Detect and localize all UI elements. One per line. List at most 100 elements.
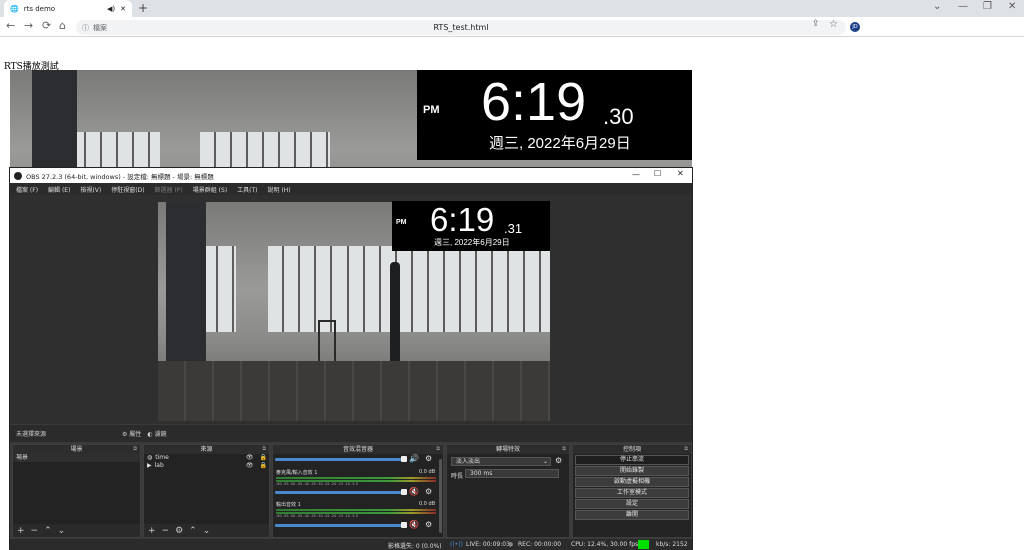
- menu-help[interactable]: 說明 (H): [268, 185, 291, 194]
- channel-name: 麥克風/輸入音效 1: [276, 470, 318, 476]
- start-recording-button[interactable]: 開始錄製: [575, 466, 689, 476]
- obs-preview[interactable]: PM 6:19 .31 週三, 2022年6月29日: [10, 195, 692, 424]
- clock-ampm: PM: [423, 104, 440, 116]
- chevron-down-icon[interactable]: ⌄: [933, 1, 941, 12]
- gear-icon[interactable]: ⚙: [425, 487, 432, 496]
- stop-streaming-button[interactable]: 停止串流: [575, 455, 689, 465]
- properties-label: 屬性: [129, 431, 142, 438]
- volume-meter: [276, 477, 436, 479]
- dock-pin-icon[interactable]: ⧉: [262, 445, 266, 454]
- output-volume-fader[interactable]: [275, 524, 403, 527]
- eye-icon[interactable]: 👁: [246, 454, 254, 462]
- browser-tab[interactable]: 🌐 rts demo ◀) ✕: [4, 0, 132, 17]
- source-label: lab: [154, 462, 164, 469]
- muted-speaker-icon[interactable]: 🔇: [409, 487, 419, 496]
- up-icon[interactable]: ⌃: [189, 526, 197, 536]
- menu-filters[interactable]: 篩選器 (P): [155, 185, 183, 194]
- menu-edit[interactable]: 編輯 (E): [48, 185, 70, 194]
- restore-icon[interactable]: ❐: [983, 1, 992, 12]
- mic-volume-fader[interactable]: [275, 491, 403, 494]
- dock-pin-icon[interactable]: ⧉: [436, 445, 440, 454]
- scene-floor: [158, 361, 550, 421]
- obs-title-text: OBS 27.2.3 (64-bit, windows) - 設定檔: 無標題 …: [26, 172, 214, 181]
- duration-input[interactable]: 300 ms: [465, 469, 559, 478]
- settings-button[interactable]: 設定: [575, 499, 689, 509]
- reload-icon[interactable]: ⟳: [42, 19, 51, 32]
- speaker-icon[interactable]: 🔊: [409, 454, 419, 463]
- clock-date: 週三, 2022年6月29日: [489, 135, 631, 152]
- star-icon[interactable]: ☆: [829, 19, 838, 30]
- back-icon[interactable]: ←: [6, 19, 15, 32]
- share-icon[interactable]: ⇪: [812, 19, 820, 29]
- mixer-dock-header: 音效混音器 ⧉: [273, 445, 443, 454]
- menu-tools[interactable]: 工具(T): [237, 185, 257, 194]
- fader-knob[interactable]: [401, 522, 407, 528]
- minimize-icon[interactable]: —: [632, 170, 640, 179]
- dropped-frames: 影格遺失: 0 (0.0%): [388, 543, 442, 550]
- add-icon[interactable]: +: [17, 526, 25, 536]
- meter-scale: -60 -55 -50 -45 -40 -35 -30 -25 -20 -15 …: [276, 514, 358, 518]
- properties-button[interactable]: ⚙ 屬性: [122, 429, 141, 438]
- gear-icon[interactable]: ⚙: [425, 454, 432, 463]
- clock-seconds: .30: [603, 104, 634, 129]
- source-item[interactable]: ▶ lab 👁 🔒: [144, 462, 269, 470]
- remove-icon[interactable]: −: [162, 526, 170, 536]
- globe-icon: 🌐: [10, 4, 19, 13]
- obs-window: OBS 27.2.3 (64-bit, windows) - 設定檔: 無標題 …: [9, 167, 693, 550]
- scene-item[interactable]: 場景: [13, 454, 140, 462]
- menu-scene-collection[interactable]: 場景群組 (S): [193, 185, 227, 194]
- add-icon[interactable]: +: [148, 526, 156, 536]
- close-tab-icon[interactable]: ✕: [120, 5, 126, 13]
- studio-mode-button[interactable]: 工作室模式: [575, 488, 689, 498]
- transition-select[interactable]: 淡入淡出 ⌄: [451, 457, 551, 466]
- remove-icon[interactable]: −: [31, 526, 39, 536]
- clock-time: 6:19: [481, 72, 587, 132]
- filters-button[interactable]: ◐ 濾鏡: [147, 429, 166, 438]
- dock-pin-icon[interactable]: ⧉: [562, 445, 566, 454]
- maximize-icon[interactable]: ☐: [654, 169, 661, 178]
- source-item[interactable]: ◍ time 👁 🔒: [144, 454, 269, 462]
- source-label: time: [155, 454, 169, 461]
- new-tab-button[interactable]: +: [138, 1, 148, 15]
- start-virtual-camera-button[interactable]: 啟動虛擬相機: [575, 477, 689, 487]
- gear-icon[interactable]: ⚙: [175, 526, 183, 536]
- menu-file[interactable]: 檔案 (F): [16, 185, 38, 194]
- dock-pin-icon[interactable]: ⧉: [133, 445, 137, 454]
- eye-icon[interactable]: 👁: [246, 462, 254, 470]
- gear-icon[interactable]: ⚙: [425, 520, 432, 529]
- close-window-icon[interactable]: ✕: [1008, 1, 1016, 12]
- muted-speaker-icon[interactable]: 🔇: [409, 520, 419, 529]
- live-time: LIVE: 00:09:03: [466, 541, 510, 548]
- url-text: RTS_test.html: [433, 23, 489, 32]
- desktop-volume-fader[interactable]: [275, 458, 403, 461]
- tab-strip: [0, 0, 1024, 17]
- audio-icon[interactable]: ◀): [107, 5, 115, 13]
- channel-name: 輸出音效 1: [276, 502, 301, 508]
- forward-icon[interactable]: →: [24, 19, 33, 32]
- chair: [318, 320, 336, 362]
- down-icon[interactable]: ⌄: [58, 526, 66, 536]
- lock-icon[interactable]: 🔒: [260, 454, 267, 462]
- mixer-scrollbar[interactable]: [439, 459, 442, 533]
- down-icon[interactable]: ⌄: [203, 526, 211, 536]
- close-icon[interactable]: ✕: [677, 169, 684, 178]
- violinist-figure: [390, 262, 400, 366]
- dock-pin-icon[interactable]: ⧉: [684, 445, 688, 454]
- home-icon[interactable]: ⌂: [59, 19, 66, 32]
- transitions-dock-header: 轉場特效 ⧉: [447, 445, 569, 454]
- menu-docks[interactable]: 停駐視窗(D): [111, 185, 144, 194]
- profile-avatar[interactable]: JD: [850, 22, 860, 32]
- sources-dock-footer: + − ⚙ ⌃ ⌄: [144, 524, 269, 537]
- live-icon: ((•)): [450, 541, 463, 548]
- address-bar[interactable]: ⓘ 檔案 RTS_test.html: [76, 20, 846, 35]
- lock-icon[interactable]: 🔒: [260, 462, 267, 470]
- exit-button[interactable]: 離開: [575, 510, 689, 520]
- fader-knob[interactable]: [401, 489, 407, 495]
- channel-db: 0.0 dB: [419, 469, 436, 475]
- up-icon[interactable]: ⌃: [44, 526, 52, 536]
- minimize-icon[interactable]: —: [958, 1, 968, 12]
- menu-view[interactable]: 檢視(V): [80, 185, 101, 194]
- gear-icon[interactable]: ⚙: [555, 456, 562, 465]
- controls-dock-header: 控制項 ⧉: [573, 445, 691, 454]
- fader-knob[interactable]: [401, 456, 407, 462]
